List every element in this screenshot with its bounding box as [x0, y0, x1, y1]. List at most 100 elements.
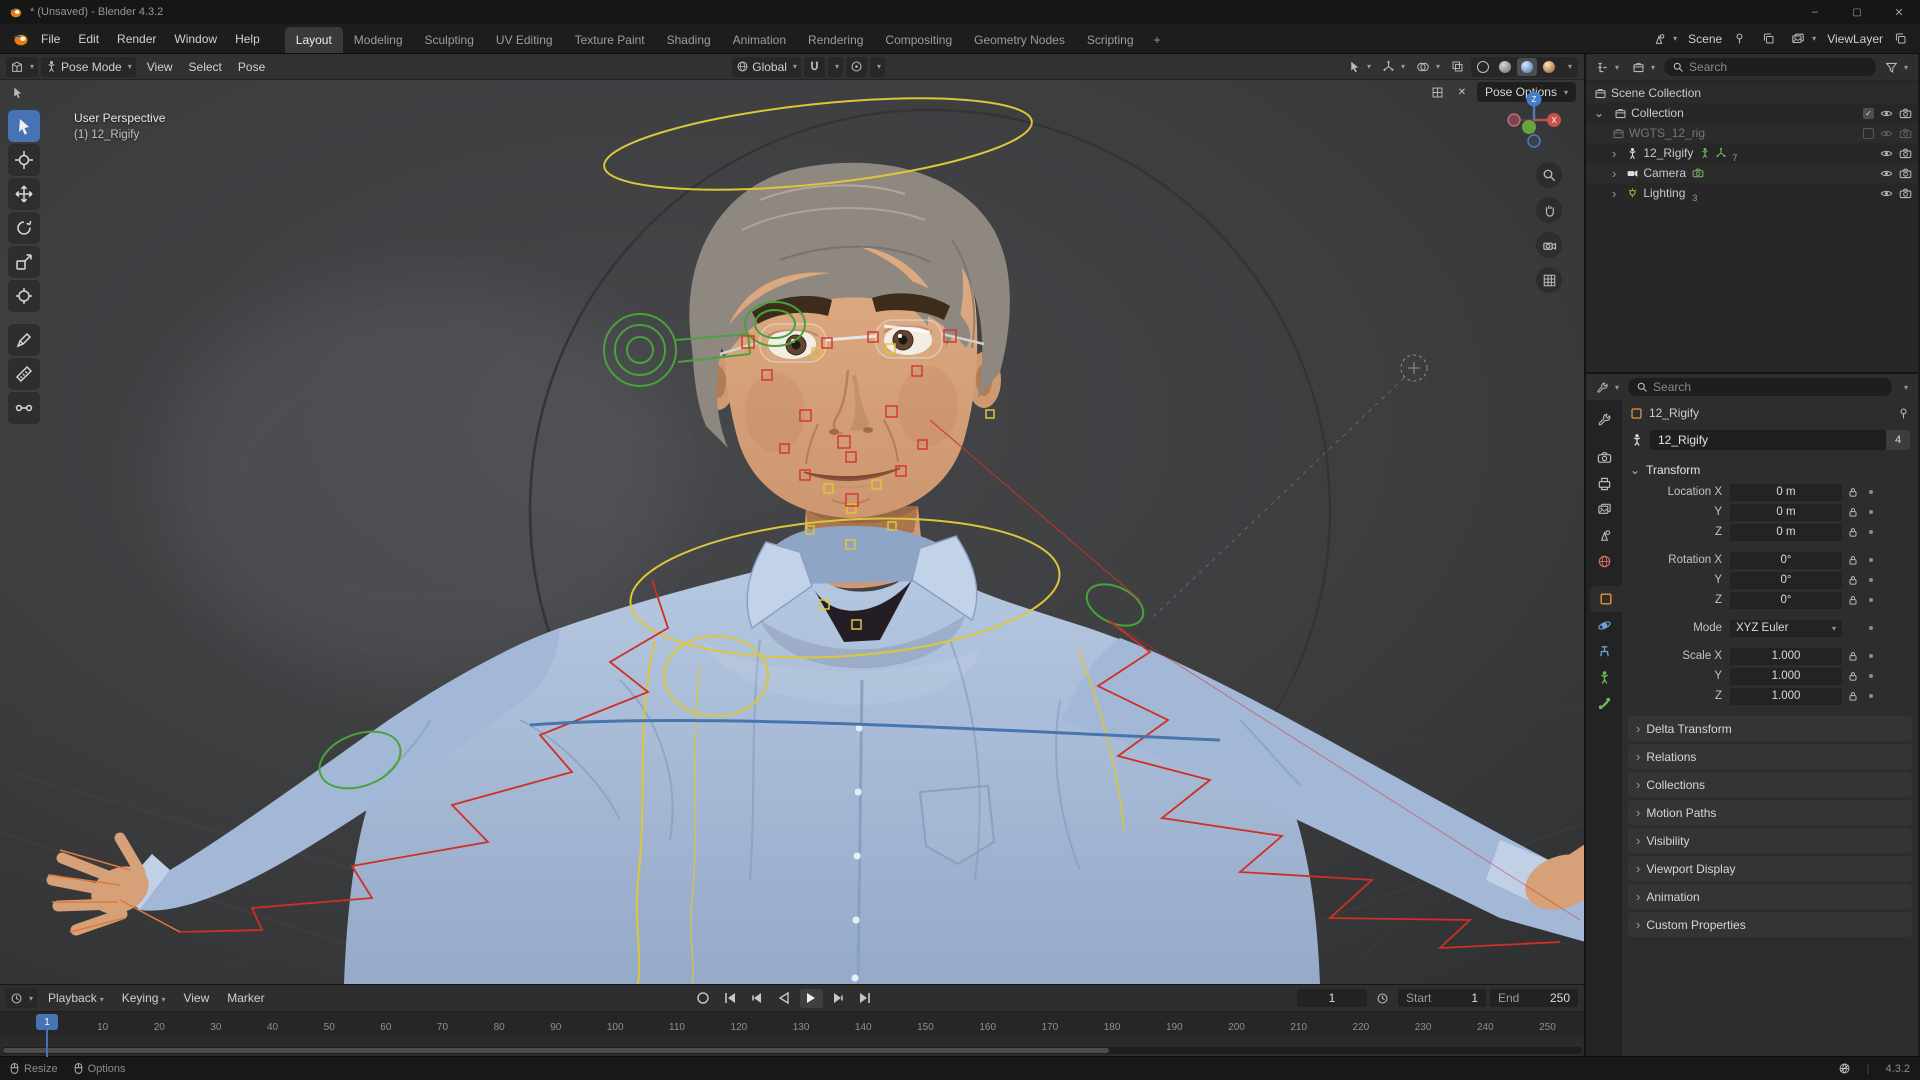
- move-tool[interactable]: [8, 178, 40, 210]
- lock-icon[interactable]: [1842, 650, 1864, 662]
- scale-z-field[interactable]: 1.000: [1730, 687, 1842, 705]
- collapsed-panel-header[interactable]: Visibility: [1628, 828, 1912, 853]
- play-button[interactable]: [799, 988, 823, 1008]
- output-tab[interactable]: [1586, 470, 1622, 496]
- menu-item[interactable]: Render: [108, 29, 165, 49]
- outliner-filter-button[interactable]: [1881, 57, 1912, 77]
- viewlayer-new-icon[interactable]: [1889, 30, 1912, 47]
- keyframe-dot[interactable]: [1864, 674, 1878, 678]
- menu-item[interactable]: Edit: [69, 29, 108, 49]
- lock-icon[interactable]: [1842, 690, 1864, 702]
- viewport-menu-item[interactable]: Select: [181, 58, 230, 76]
- view-layer-tab[interactable]: [1586, 496, 1622, 522]
- object-name-field[interactable]: 12_Rigify 4: [1650, 430, 1910, 450]
- eye-icon[interactable]: [1880, 167, 1893, 180]
- expand-icon[interactable]: [1612, 166, 1622, 181]
- location-z-field[interactable]: 0 m: [1730, 523, 1842, 541]
- eye-icon[interactable]: [1880, 107, 1893, 120]
- snap-settings-dropdown[interactable]: [827, 56, 843, 77]
- scale-y-field[interactable]: 1.000: [1730, 667, 1842, 685]
- menu-item[interactable]: Window: [165, 29, 226, 49]
- outliner-row-lighting[interactable]: Lighting 3: [1586, 183, 1918, 203]
- lock-icon[interactable]: [1842, 526, 1864, 538]
- tab-modeling[interactable]: Modeling: [343, 27, 414, 53]
- jump-end-button[interactable]: [854, 989, 877, 1008]
- editor-type-button[interactable]: [6, 56, 39, 77]
- timeline-view-menu[interactable]: View: [176, 989, 216, 1007]
- timeline-scrollbar-thumb[interactable]: [3, 1048, 1109, 1053]
- tab-shading[interactable]: Shading: [656, 27, 722, 53]
- overlays-button[interactable]: [1412, 57, 1444, 77]
- render-visibility-icon[interactable]: [1899, 127, 1912, 140]
- physics-tab[interactable]: [1586, 612, 1622, 638]
- zoom-icon[interactable]: [1536, 162, 1562, 188]
- add-workspace-button[interactable]: +: [1145, 27, 1170, 53]
- exclude-checkbox[interactable]: [1863, 127, 1874, 139]
- outliner-row-camera[interactable]: Camera: [1586, 163, 1918, 183]
- menu-item[interactable]: Help: [226, 29, 269, 49]
- pan-hand-icon[interactable]: [1536, 197, 1562, 223]
- app-menu-button[interactable]: [8, 29, 32, 49]
- properties-editor-type-button[interactable]: [1592, 377, 1623, 397]
- scene-name[interactable]: Scene: [1688, 32, 1722, 46]
- end-frame-field[interactable]: End 250: [1490, 989, 1578, 1007]
- keyframe-dot[interactable]: [1864, 654, 1878, 658]
- xray-toggle-button[interactable]: [1447, 57, 1468, 77]
- users-count-badge[interactable]: 4: [1886, 430, 1910, 450]
- rotation-x-field[interactable]: 0°: [1730, 551, 1842, 569]
- playhead[interactable]: 1: [36, 1014, 58, 1030]
- tab-texture-paint[interactable]: Texture Paint: [564, 27, 656, 53]
- playback-menu[interactable]: Playback: [41, 989, 111, 1007]
- rotation-z-field[interactable]: 0°: [1730, 591, 1842, 609]
- start-frame-field[interactable]: Start 1: [1398, 989, 1486, 1007]
- maximize-button[interactable]: [1836, 0, 1878, 24]
- timeline-scrollbar[interactable]: [2, 1047, 1582, 1054]
- pose-breakdowner-tool[interactable]: [8, 392, 40, 424]
- collapsed-panel-header[interactable]: Delta Transform: [1628, 716, 1912, 741]
- proportional-editing-button[interactable]: [845, 56, 867, 77]
- eye-icon[interactable]: [1880, 187, 1893, 200]
- keyframe-dot[interactable]: [1864, 530, 1878, 534]
- bone-tab[interactable]: [1586, 690, 1622, 716]
- shading-material-button[interactable]: [1517, 57, 1537, 76]
- gizmos-button[interactable]: [1378, 57, 1409, 77]
- auto-keying-toggle[interactable]: [692, 989, 715, 1008]
- tab-layout[interactable]: Layout: [284, 27, 343, 53]
- keyframe-dot[interactable]: [1864, 694, 1878, 698]
- render-visibility-icon[interactable]: [1899, 107, 1912, 120]
- grid-toggle-icon[interactable]: [1429, 83, 1447, 101]
- constraints-tab[interactable]: [1586, 638, 1622, 664]
- shading-solid-button[interactable]: [1495, 58, 1515, 76]
- navigation-gizmo[interactable]: Z X: [1502, 88, 1566, 155]
- tab-compositing[interactable]: Compositing: [874, 27, 963, 53]
- network-status-icon[interactable]: [1838, 1062, 1851, 1075]
- properties-search-input[interactable]: Search: [1628, 378, 1892, 396]
- menu-item[interactable]: File: [32, 29, 69, 49]
- viewport-menu-item[interactable]: View: [139, 58, 181, 76]
- prev-keyframe-button[interactable]: [746, 989, 769, 1008]
- minimize-button[interactable]: [1794, 0, 1836, 24]
- viewport-menu-item[interactable]: Pose: [230, 58, 273, 76]
- lock-icon[interactable]: [1842, 506, 1864, 518]
- collapsed-panel-header[interactable]: Viewport Display: [1628, 856, 1912, 881]
- tool-tab[interactable]: [1586, 406, 1622, 432]
- shading-wireframe-button[interactable]: [1473, 58, 1493, 76]
- render-visibility-icon[interactable]: [1899, 147, 1912, 160]
- lock-icon[interactable]: [1842, 670, 1864, 682]
- location-x-field[interactable]: 0 m: [1730, 483, 1842, 501]
- keyframe-dot[interactable]: [1864, 578, 1878, 582]
- viewport-scene[interactable]: [0, 80, 1584, 984]
- collapsed-panel-header[interactable]: Collections: [1628, 772, 1912, 797]
- expand-icon[interactable]: [1612, 186, 1622, 201]
- select-box-tool[interactable]: [8, 110, 40, 142]
- lock-icon[interactable]: [1842, 486, 1864, 498]
- outliner-row-collection[interactable]: Collection: [1586, 103, 1918, 123]
- breadcrumb-object[interactable]: 12_Rigify: [1649, 406, 1699, 420]
- properties-options-button[interactable]: [1897, 377, 1912, 397]
- shading-settings-dropdown[interactable]: [1561, 57, 1576, 77]
- expand-icon[interactable]: [1612, 146, 1622, 161]
- keyframe-dot[interactable]: [1864, 558, 1878, 562]
- location-y-field[interactable]: 0 m: [1730, 503, 1842, 521]
- transform-panel-header[interactable]: Transform: [1622, 458, 1918, 482]
- jump-start-button[interactable]: [719, 989, 742, 1008]
